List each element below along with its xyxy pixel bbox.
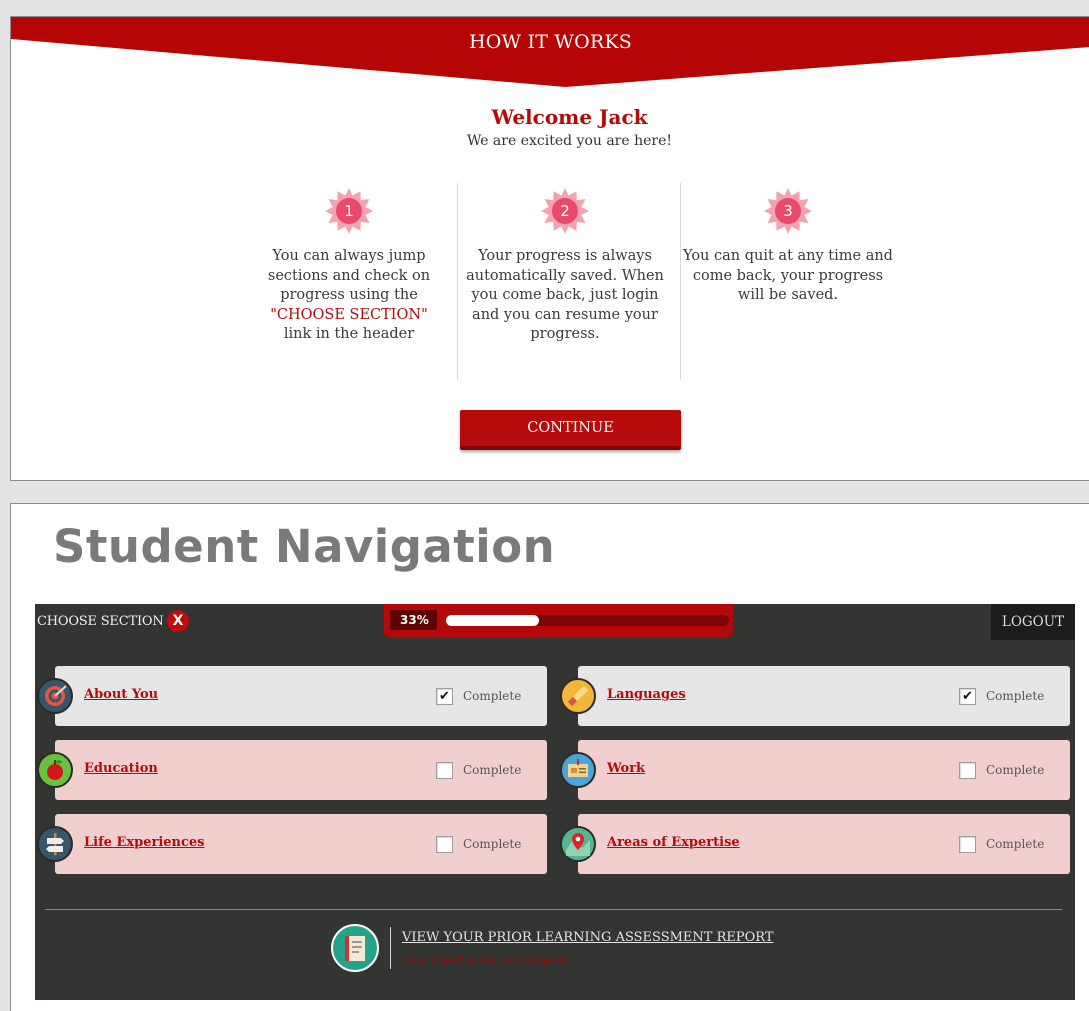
progress-bar: 33%: [384, 604, 733, 637]
complete-label: Complete: [986, 763, 1045, 777]
view-report-link[interactable]: VIEW YOUR PRIOR LEARNING ASSESSMENT REPO…: [402, 930, 774, 945]
signpost-icon: [37, 826, 73, 862]
step-text-main: You can always jump sections and check o…: [267, 248, 431, 303]
welcome-subtitle: We are excited you are here!: [466, 133, 673, 149]
navigation-app: CHOOSE SECTION X 33% LOGOUT About You ✔ …: [35, 604, 1075, 1000]
step-2: 2 Your progress is always automatically …: [458, 187, 672, 345]
student-navigation-panel: Student Navigation CHOOSE SECTION X 33% …: [10, 503, 1089, 1011]
complete-label: Complete: [463, 837, 522, 851]
progress-percent: 33%: [390, 610, 437, 630]
progress-track: [446, 615, 729, 626]
step-badge: 2: [541, 187, 589, 235]
how-it-works-title: HOW IT WORKS: [469, 31, 632, 53]
target-icon: [37, 678, 73, 714]
complete-label: Complete: [986, 689, 1045, 703]
complete-checkbox[interactable]: [959, 762, 976, 779]
book-icon: [331, 924, 379, 972]
step-badge: 1: [325, 187, 373, 235]
complete-checkbox[interactable]: ✔: [436, 688, 453, 705]
topbar: CHOOSE SECTION X 33% LOGOUT: [35, 604, 1075, 644]
step-number: 1: [344, 202, 354, 220]
logout-button[interactable]: LOGOUT: [991, 604, 1075, 640]
section-card-languages[interactable]: Languages ✔ Complete: [560, 666, 1070, 726]
step-text-after: link in the header: [283, 326, 415, 342]
complete-checkbox[interactable]: [436, 762, 453, 779]
step-badge: 3: [764, 187, 812, 235]
section-divider: [45, 909, 1062, 910]
complete-checkbox[interactable]: [959, 836, 976, 853]
step-3: 3 You can quit at any time and come back…: [681, 187, 895, 306]
welcome-heading: Welcome Jack: [491, 105, 648, 129]
section-link[interactable]: Areas of Expertise: [607, 835, 740, 850]
apple-icon: [37, 752, 73, 788]
complete-label: Complete: [463, 689, 522, 703]
step-number: 3: [783, 202, 793, 220]
report-status: Your report is not yet complete: [404, 954, 570, 966]
section-link[interactable]: Education: [84, 761, 158, 776]
complete-label: Complete: [463, 763, 522, 777]
continue-button[interactable]: CONTINUE: [460, 410, 681, 450]
step-number: 2: [560, 202, 570, 220]
section-card-life-experiences[interactable]: Life Experiences Complete: [37, 814, 547, 874]
step-1: 1 You can always jump sections and check…: [242, 187, 456, 345]
id-card-icon: [560, 752, 596, 788]
section-card-areas-of-expertise[interactable]: Areas of Expertise Complete: [560, 814, 1070, 874]
student-navigation-heading: Student Navigation: [53, 520, 556, 573]
report-separator: [390, 927, 391, 969]
section-card-work[interactable]: Work Complete: [560, 740, 1070, 800]
how-it-works-panel: HOW IT WORKS Welcome Jack We are excited…: [10, 16, 1089, 481]
section-link[interactable]: Work: [607, 761, 645, 776]
complete-checkbox[interactable]: [436, 836, 453, 853]
step-text: You can quit at any time and come back, …: [683, 248, 893, 303]
brush-icon: [560, 678, 596, 714]
progress-fill: [446, 615, 540, 626]
choose-section-accent: "CHOOSE SECTION": [270, 306, 428, 323]
step-text: You can always jump sections and check o…: [242, 247, 456, 345]
close-icon[interactable]: X: [167, 610, 189, 632]
map-pin-icon: [560, 826, 596, 862]
step-text: Your progress is always automatically sa…: [466, 248, 664, 342]
section-card-education[interactable]: Education Complete: [37, 740, 547, 800]
choose-section-link[interactable]: CHOOSE SECTION: [37, 614, 164, 629]
section-link[interactable]: About You: [84, 687, 158, 702]
section-link[interactable]: Life Experiences: [84, 835, 205, 850]
section-link[interactable]: Languages: [607, 687, 686, 702]
complete-checkbox[interactable]: ✔: [959, 688, 976, 705]
complete-label: Complete: [986, 837, 1045, 851]
section-card-about-you[interactable]: About You ✔ Complete: [37, 666, 547, 726]
